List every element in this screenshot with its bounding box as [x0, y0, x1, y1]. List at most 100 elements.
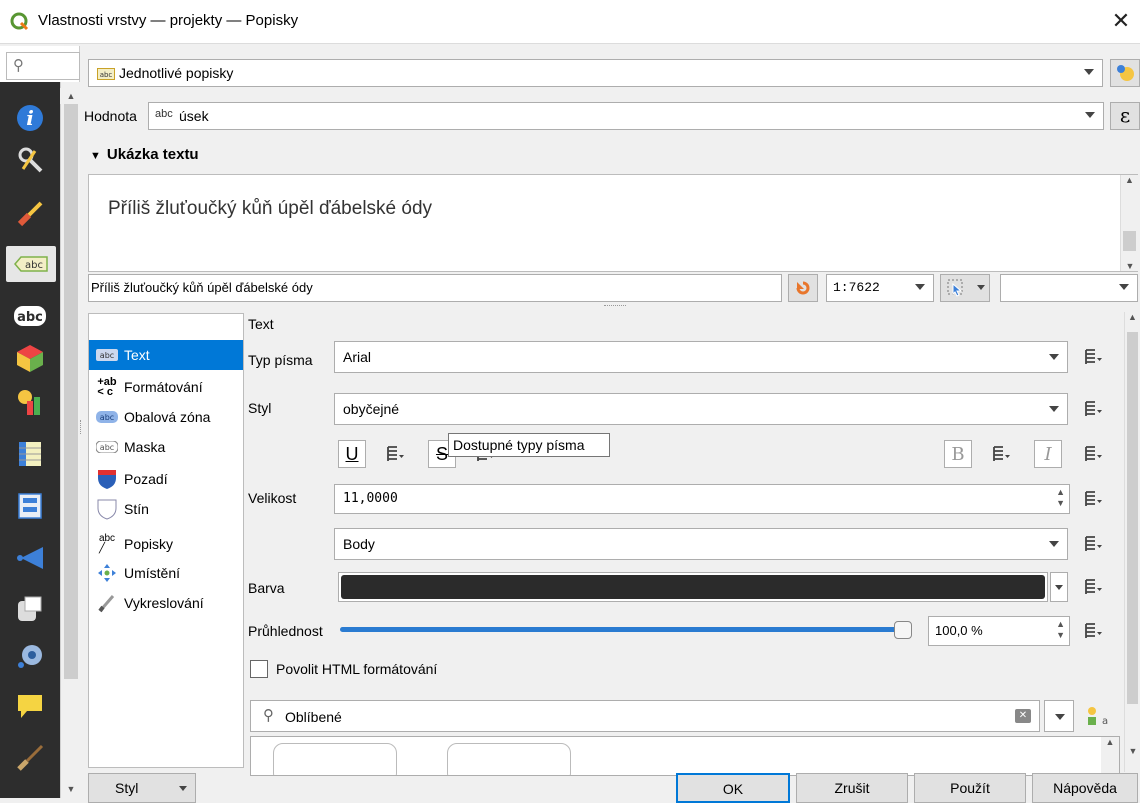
- nav-item-label: Stín: [124, 501, 149, 517]
- font-family-select[interactable]: Arial: [334, 341, 1068, 373]
- sidebar-item-display[interactable]: [10, 688, 50, 724]
- layer-settings-icon: [1117, 65, 1134, 81]
- color-data-defined-button[interactable]: [1080, 574, 1106, 600]
- color-menu-button[interactable]: [1050, 572, 1068, 602]
- nav-item-buffer[interactable]: abc Obalová zóna: [89, 402, 243, 432]
- sidebar-item-masks[interactable]: abc: [10, 298, 50, 334]
- opacity-slider-handle[interactable]: [894, 621, 912, 639]
- label-abc-icon: abc: [14, 256, 48, 272]
- font-style-select[interactable]: obyčejné: [334, 393, 1068, 425]
- favorites-filter-select[interactable]: [1044, 700, 1074, 732]
- sidebar-scrollbar[interactable]: ▲ ▼: [60, 82, 80, 798]
- preview-sample-text: Příliš žluťoučký kůň úpěl ďábelské ódy: [108, 198, 433, 219]
- nav-splitter-handle[interactable]: [80, 420, 84, 434]
- cancel-button[interactable]: Zrušit: [796, 773, 908, 803]
- brush-icon: [94, 593, 120, 613]
- underline-button[interactable]: U: [338, 440, 366, 468]
- label-mode-select[interactable]: abc Jednotlivé popisky: [88, 59, 1103, 87]
- sidebar-item-3d-view[interactable]: [10, 340, 50, 376]
- style-menu-button[interactable]: Styl: [88, 773, 196, 803]
- sidebar-search-input[interactable]: ⚲: [6, 52, 80, 80]
- qgis-logo-icon: [10, 12, 29, 31]
- map-pointer-icon: [947, 279, 963, 297]
- style-manager-button[interactable]: a: [1086, 704, 1110, 728]
- sidebar-item-fields[interactable]: [10, 436, 50, 472]
- scroll-down-icon[interactable]: ▼: [1125, 746, 1140, 756]
- nav-item-formatting[interactable]: +ab < c Formátování: [89, 372, 243, 402]
- unit-data-defined-button[interactable]: [1080, 531, 1106, 557]
- svg-text:abc: abc: [100, 413, 114, 422]
- nav-item-text[interactable]: abc Text: [89, 340, 243, 370]
- size-data-defined-button[interactable]: [1080, 486, 1106, 512]
- gallery-scrollbar[interactable]: ▲: [1101, 737, 1119, 775]
- rule-settings-button[interactable]: [1110, 59, 1140, 87]
- content-scrollbar[interactable]: ▲ ▼: [1124, 312, 1140, 772]
- value-field-select[interactable]: abc úsek: [148, 102, 1104, 130]
- sidebar-item-symbology[interactable]: [10, 196, 50, 232]
- favorites-placeholder: Oblíbené: [285, 709, 342, 725]
- bold-button[interactable]: B: [944, 440, 972, 468]
- opacity-slider[interactable]: [340, 627, 912, 632]
- clear-icon[interactable]: ✕: [1015, 709, 1031, 723]
- help-button[interactable]: Nápověda: [1032, 773, 1138, 803]
- scroll-up-icon[interactable]: ▲: [1125, 312, 1140, 322]
- font-data-defined-button[interactable]: [1080, 344, 1106, 370]
- scale-select[interactable]: 1:7622: [826, 274, 934, 302]
- nav-item-background[interactable]: Pozadí: [89, 464, 243, 494]
- sidebar-scroll-thumb[interactable]: [64, 104, 78, 679]
- size-unit-select[interactable]: Body: [334, 528, 1068, 560]
- font-tooltip: Dostupné typy písma: [448, 433, 610, 457]
- italic-data-defined-button[interactable]: [1080, 441, 1106, 467]
- opacity-data-defined-button[interactable]: [1080, 618, 1106, 644]
- preview-text-input[interactable]: Příliš žluťoučký kůň úpěl ďábelské ódy: [88, 274, 782, 302]
- reset-preview-button[interactable]: [788, 274, 818, 302]
- style-preview-tile[interactable]: [273, 743, 397, 775]
- nav-item-callouts[interactable]: abc ╱ Popisky: [89, 526, 243, 562]
- preview-background-color[interactable]: [1000, 274, 1138, 302]
- data-defined-icon: [1085, 446, 1102, 461]
- ok-button[interactable]: OK: [676, 773, 790, 803]
- nav-item-rendering[interactable]: Vykreslování: [89, 588, 243, 618]
- scale-from-map-button[interactable]: [940, 274, 990, 302]
- nav-item-label: Formátování: [124, 379, 203, 395]
- sidebar-item-diagrams[interactable]: [10, 384, 50, 420]
- preview-scroll-thumb[interactable]: [1123, 231, 1136, 251]
- style-preview-tile[interactable]: [447, 743, 571, 775]
- sidebar-item-labels[interactable]: abc: [6, 246, 56, 282]
- favorites-search-input[interactable]: ⚲ Oblíbené ✕: [250, 700, 1040, 732]
- spinner-arrows-icon[interactable]: ▲ ▼: [1056, 619, 1065, 641]
- nav-item-shadow[interactable]: Stín: [89, 494, 243, 524]
- form-icon: [18, 493, 42, 519]
- underline-data-defined-button[interactable]: [382, 441, 408, 467]
- sidebar-item-actions[interactable]: [10, 638, 50, 674]
- sidebar-item-rendering[interactable]: [10, 740, 50, 776]
- scroll-up-icon[interactable]: ▲: [1121, 175, 1138, 185]
- font-size-input[interactable]: 11,0000 ▲ ▼: [334, 484, 1070, 514]
- italic-button[interactable]: I: [1034, 440, 1062, 468]
- opacity-spinbox[interactable]: 100,0 % ▲ ▼: [928, 616, 1070, 646]
- content-scroll-up-icon[interactable]: ▲: [60, 88, 82, 104]
- sidebar-item-information[interactable]: i: [10, 100, 50, 136]
- nav-item-mask[interactable]: abc Maska: [89, 432, 243, 462]
- color-button[interactable]: [338, 572, 1048, 602]
- html-formatting-checkbox[interactable]: [250, 660, 268, 678]
- nav-item-placement[interactable]: Umístění: [89, 558, 243, 588]
- scroll-down-icon[interactable]: ▼: [1121, 261, 1139, 271]
- sidebar-item-joins[interactable]: [10, 540, 50, 576]
- apply-button[interactable]: Použít: [914, 773, 1026, 803]
- preview-heading[interactable]: ▼ Ukázka textu: [90, 146, 199, 163]
- expression-button[interactable]: ε: [1110, 102, 1140, 130]
- spinner-arrows-icon[interactable]: ▲ ▼: [1056, 487, 1065, 509]
- style-data-defined-button[interactable]: [1080, 396, 1106, 422]
- content-scroll-thumb[interactable]: [1127, 332, 1138, 704]
- scroll-up-icon[interactable]: ▲: [1101, 737, 1119, 747]
- data-defined-icon: [1085, 536, 1102, 551]
- sidebar-item-source[interactable]: [10, 142, 50, 178]
- sidebar-item-auxiliary-storage[interactable]: [10, 592, 50, 628]
- close-button[interactable]: ✕: [1108, 8, 1134, 34]
- sidebar-item-attributes-form[interactable]: [10, 488, 50, 524]
- splitter-handle[interactable]: [604, 305, 626, 309]
- preview-scrollbar[interactable]: ▲ ▼: [1120, 175, 1138, 271]
- bold-data-defined-button[interactable]: [988, 441, 1014, 467]
- scroll-down-icon[interactable]: ▼: [61, 782, 81, 796]
